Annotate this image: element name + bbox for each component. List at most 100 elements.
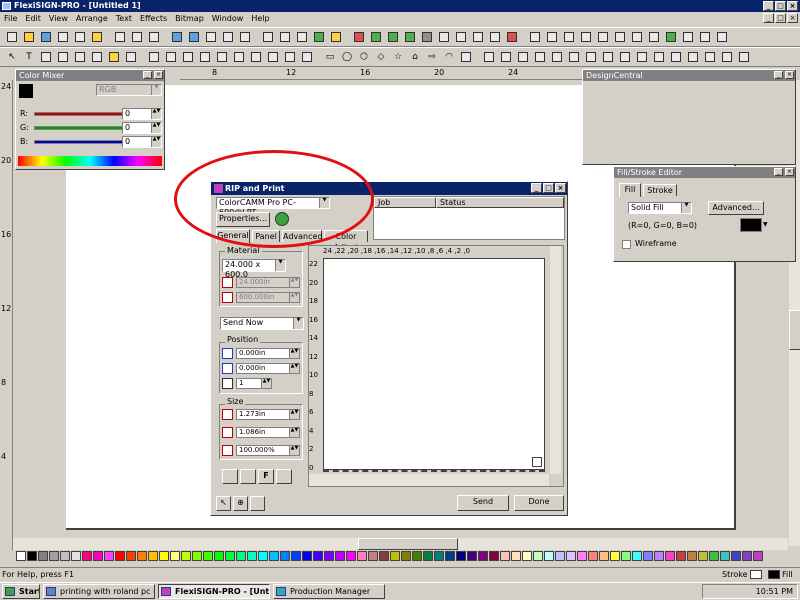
job-list[interactable]: Job Status xyxy=(373,196,565,240)
red-value[interactable]: 0 ▲▼ xyxy=(122,108,162,120)
weed-icon[interactable] xyxy=(240,469,256,484)
menu-bitmap[interactable]: Bitmap xyxy=(171,12,208,25)
palette-swatch[interactable] xyxy=(170,551,180,561)
scroll-thumb[interactable] xyxy=(358,538,458,550)
position-y-field[interactable]: 0.000in ▲▼ xyxy=(236,363,300,374)
palette-swatch[interactable] xyxy=(412,551,422,561)
plotter-icon[interactable] xyxy=(385,29,401,45)
tile-icon[interactable] xyxy=(222,469,238,484)
align-left-icon[interactable] xyxy=(527,29,543,45)
start-button[interactable]: Start xyxy=(2,584,40,599)
task-printing-roland[interactable]: printing with roland pc 6... xyxy=(43,584,155,599)
red-slider[interactable] xyxy=(34,112,134,116)
palette-swatch[interactable] xyxy=(577,551,587,561)
scroll-thumb[interactable] xyxy=(789,310,800,350)
palette-swatch[interactable] xyxy=(621,551,631,561)
palette-swatch[interactable] xyxy=(742,551,752,561)
shadow-icon[interactable] xyxy=(180,49,196,65)
zoom-page-icon[interactable] xyxy=(436,29,452,45)
palette-swatch[interactable] xyxy=(291,551,301,561)
menu-edit[interactable]: Edit xyxy=(21,12,45,25)
star-icon[interactable]: ☆ xyxy=(390,49,406,65)
align-middle-icon[interactable] xyxy=(595,29,611,45)
fill-type-select[interactable]: Solid Fill ▼ xyxy=(628,202,692,214)
send-button[interactable]: Send xyxy=(457,495,509,511)
fill-color-swatch[interactable] xyxy=(740,218,762,232)
palette-swatch[interactable] xyxy=(137,551,147,561)
arrange-14-icon[interactable] xyxy=(702,49,718,65)
green-value[interactable]: 0 ▲▼ xyxy=(122,122,162,134)
no-icon[interactable] xyxy=(299,49,315,65)
copies-field[interactable]: 1 ▲▼ xyxy=(236,378,272,389)
open-icon[interactable] xyxy=(21,29,37,45)
paste-icon[interactable] xyxy=(146,29,162,45)
cutter-icon[interactable] xyxy=(368,29,384,45)
palette-swatch[interactable] xyxy=(467,551,477,561)
arrange-10-icon[interactable] xyxy=(634,49,650,65)
zoom-in-icon[interactable] xyxy=(351,29,367,45)
horizontal-scrollbar[interactable] xyxy=(13,538,788,550)
palette-swatch[interactable] xyxy=(126,551,136,561)
arrange-15-icon[interactable] xyxy=(719,49,735,65)
scale-field[interactable]: 100.000% ▲▼ xyxy=(236,445,300,456)
preview-horizontal-scrollbar[interactable] xyxy=(309,474,549,486)
menu-effects[interactable]: Effects xyxy=(136,12,171,25)
palette-swatch[interactable] xyxy=(346,551,356,561)
pointer-icon[interactable]: ↖ xyxy=(4,49,20,65)
palette-swatch[interactable] xyxy=(390,551,400,561)
palette-swatch[interactable] xyxy=(60,551,70,561)
palette-swatch[interactable] xyxy=(478,551,488,561)
palette-swatch[interactable] xyxy=(566,551,576,561)
palette-swatch[interactable] xyxy=(588,551,598,561)
fill-swatch[interactable] xyxy=(768,570,780,579)
menu-arrange[interactable]: Arrange xyxy=(72,12,112,25)
maximize-button[interactable]: □ xyxy=(775,1,786,11)
rip-maximize-button[interactable]: □ xyxy=(543,183,554,193)
job-column-header[interactable]: Job xyxy=(374,197,436,208)
arrange-5-icon[interactable] xyxy=(549,49,565,65)
palette-swatch[interactable] xyxy=(258,551,268,561)
palette-swatch[interactable] xyxy=(489,551,499,561)
distort-icon[interactable] xyxy=(231,49,247,65)
stroke-swatch[interactable] xyxy=(750,570,762,579)
ellipse-icon[interactable]: ◯ xyxy=(339,49,355,65)
zoom-tool-icon[interactable]: ⊕ xyxy=(233,496,248,511)
arrange-9-icon[interactable] xyxy=(617,49,633,65)
palette-swatch[interactable] xyxy=(357,551,367,561)
arrow-shape-icon[interactable]: ⇨ xyxy=(424,49,440,65)
diamond-icon[interactable]: ◇ xyxy=(373,49,389,65)
rectangle-icon[interactable] xyxy=(72,49,88,65)
arrange-13-icon[interactable] xyxy=(685,49,701,65)
align-top-icon[interactable] xyxy=(578,29,594,45)
import-icon[interactable] xyxy=(72,29,88,45)
panel-minimize-button[interactable]: _ xyxy=(143,71,152,79)
palette-swatch[interactable] xyxy=(225,551,235,561)
distribute-icon[interactable] xyxy=(629,29,645,45)
task-flexisign[interactable]: FlexiSIGN-PRO - [Unti... xyxy=(158,584,270,599)
layers-icon[interactable] xyxy=(277,29,293,45)
palette-swatch[interactable] xyxy=(687,551,697,561)
palette-swatch[interactable] xyxy=(610,551,620,561)
panel-minimize-button[interactable]: _ xyxy=(774,71,783,79)
palette-swatch[interactable] xyxy=(445,551,455,561)
house-icon[interactable]: ⌂ xyxy=(407,49,423,65)
output-icon[interactable] xyxy=(402,29,418,45)
palette-swatch[interactable] xyxy=(192,551,202,561)
palette-swatch[interactable] xyxy=(148,551,158,561)
new-icon[interactable] xyxy=(4,29,20,45)
palette-swatch[interactable] xyxy=(247,551,257,561)
palette-swatch[interactable] xyxy=(324,551,334,561)
rotate-left-icon[interactable] xyxy=(203,29,219,45)
palette-swatch[interactable] xyxy=(49,551,59,561)
palette-swatch[interactable] xyxy=(555,551,565,561)
zoom-all-icon[interactable] xyxy=(453,29,469,45)
measure-icon[interactable] xyxy=(106,49,122,65)
wand-icon[interactable] xyxy=(237,29,253,45)
palette-swatch[interactable] xyxy=(676,551,686,561)
close-button[interactable]: × xyxy=(787,1,798,11)
palette-swatch[interactable] xyxy=(731,551,741,561)
envelope-icon[interactable] xyxy=(214,49,230,65)
task-production-manager[interactable]: Production Manager xyxy=(273,584,385,599)
cut-icon[interactable] xyxy=(112,29,128,45)
wireframe-checkbox[interactable] xyxy=(622,240,631,249)
